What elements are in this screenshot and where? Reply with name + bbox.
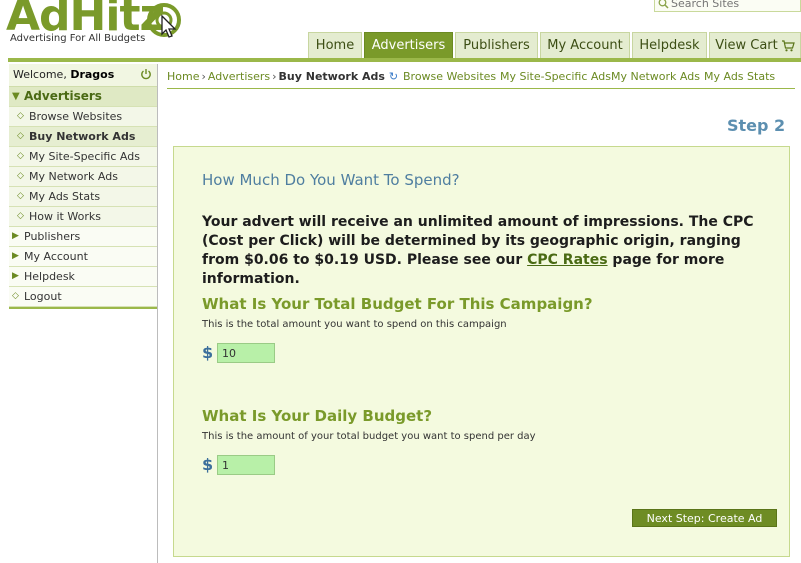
tab-label: My Account — [547, 38, 623, 53]
tab-my-account[interactable]: My Account — [540, 32, 630, 58]
tab-label: Publishers — [463, 38, 530, 53]
sidebar-item-how-it-works[interactable]: ◇ How it Works — [9, 207, 157, 227]
diamond-bullet-icon: ◇ — [17, 131, 24, 141]
total-budget-question: What Is Your Total Budget For This Campa… — [202, 295, 593, 313]
welcome-bar: Welcome, Dragos — [9, 64, 157, 87]
sidebar-item-label: Logout — [24, 290, 62, 303]
tab-label: Helpdesk — [639, 38, 700, 53]
quick-link-my-ads-stats[interactable]: My Ads Stats — [704, 70, 775, 83]
quick-link-browse-websites[interactable]: Browse Websites — [403, 70, 496, 83]
logo[interactable]: AdHitz Advertising For All Budgets — [6, 0, 196, 48]
total-budget-input[interactable] — [217, 343, 275, 363]
tab-label: Home — [315, 38, 355, 53]
sidebar-item-my-account[interactable]: ▶ My Account — [9, 247, 157, 267]
refresh-icon[interactable]: ↻ — [389, 70, 398, 83]
sidebar-item-my-site-specific-ads[interactable]: ◇ My Site-Specific Ads — [9, 147, 157, 167]
total-budget-hint: This is the total amount you want to spe… — [202, 319, 507, 330]
search-input[interactable] — [671, 0, 796, 10]
tab-advertisers[interactable]: Advertisers — [364, 32, 453, 58]
breadcrumb: Home › Advertisers › Buy Network Ads ↻ — [167, 70, 398, 83]
sidebar-item-label: How it Works — [29, 210, 101, 223]
sidebar-item-my-network-ads[interactable]: ◇ My Network Ads — [9, 167, 157, 187]
diamond-bullet-icon: ◇ — [17, 211, 24, 221]
sidebar: Welcome, Dragos ▼ Advertisers ◇ Browse Web… — [9, 64, 157, 309]
sidebar-item-label: Publishers — [24, 230, 81, 243]
sidebar-item-label: Browse Websites — [29, 110, 123, 123]
tab-view-cart[interactable]: View Cart — [709, 32, 801, 58]
breadcrumb-separator: › — [272, 70, 277, 83]
quick-link-my-network-ads[interactable]: My Network Ads — [611, 70, 700, 83]
sidebar-item-label: My Site-Specific Ads — [29, 150, 140, 163]
budget-form-panel: How Much Do You Want To Spend? Your adve… — [173, 146, 790, 557]
tab-helpdesk[interactable]: Helpdesk — [632, 32, 707, 58]
search-box[interactable] — [654, 0, 801, 12]
sidebar-item-advertisers[interactable]: ▼ Advertisers — [9, 87, 157, 107]
cpc-description: Your advert will receive an unlimited am… — [202, 213, 772, 289]
breadcrumb-separator: › — [201, 70, 206, 83]
diamond-bullet-icon: ◇ — [17, 171, 24, 181]
content-divider — [157, 64, 158, 563]
chevron-right-icon: ▶ — [12, 271, 19, 281]
breadcrumb-underline — [167, 88, 795, 89]
sidebar-item-logout[interactable]: ◇ Logout — [9, 287, 157, 307]
header-divider — [8, 58, 801, 62]
username: Dragos — [70, 68, 115, 81]
chevron-right-icon: ▶ — [12, 251, 19, 261]
breadcrumb-current: Buy Network Ads — [278, 70, 385, 83]
search-icon — [658, 0, 669, 9]
diamond-bullet-icon: ◇ — [17, 111, 24, 121]
diamond-bullet-icon: ◇ — [17, 191, 24, 201]
breadcrumb-home[interactable]: Home — [167, 70, 199, 83]
logo-tagline: Advertising For All Budgets — [10, 33, 146, 44]
dollar-sign-icon: $ — [202, 343, 214, 362]
sidebar-item-my-ads-stats[interactable]: ◇ My Ads Stats — [9, 187, 157, 207]
sidebar-item-buy-network-ads[interactable]: ◇ Buy Network Ads — [9, 127, 157, 147]
next-step-button[interactable]: Next Step: Create Ad — [632, 509, 777, 527]
sidebar-item-label: My Account — [24, 250, 88, 263]
cart-icon — [781, 39, 795, 51]
logout-power-icon[interactable] — [140, 68, 152, 80]
diamond-bullet-icon: ◇ — [17, 151, 24, 161]
tab-label: Advertisers — [371, 38, 446, 53]
chevron-down-icon: ▼ — [12, 91, 20, 102]
sidebar-item-label: Buy Network Ads — [29, 130, 136, 143]
chevron-right-icon: ▶ — [12, 231, 19, 241]
sidebar-item-browse-websites[interactable]: ◇ Browse Websites — [9, 107, 157, 127]
sidebar-item-helpdesk[interactable]: ▶ Helpdesk — [9, 267, 157, 287]
cpc-rates-link[interactable]: CPC Rates — [527, 252, 607, 268]
sidebar-item-label: My Ads Stats — [29, 190, 101, 203]
welcome-label: Welcome, — [13, 68, 67, 81]
daily-budget-input[interactable] — [217, 455, 275, 475]
sidebar-item-label: My Network Ads — [29, 170, 118, 183]
breadcrumb-advertisers[interactable]: Advertisers — [208, 70, 270, 83]
sidebar-item-label: Helpdesk — [24, 270, 75, 283]
step-indicator: Step 2 — [727, 116, 786, 135]
dollar-sign-icon: $ — [202, 455, 214, 474]
daily-budget-question: What Is Your Daily Budget? — [202, 407, 433, 425]
sidebar-item-publishers[interactable]: ▶ Publishers — [9, 227, 157, 247]
form-heading: How Much Do You Want To Spend? — [202, 171, 460, 189]
tab-label: View Cart — [715, 38, 778, 53]
quick-link-my-site-specific-ads[interactable]: My Site-Specific Ads — [500, 70, 611, 83]
tab-home[interactable]: Home — [308, 32, 362, 58]
logo-target-cursor-icon — [147, 3, 181, 38]
daily-budget-hint: This is the amount of your total budget … — [202, 431, 536, 442]
diamond-bullet-icon: ◇ — [12, 291, 19, 301]
sidebar-item-label: Advertisers — [24, 89, 102, 103]
tab-publishers[interactable]: Publishers — [455, 32, 538, 58]
